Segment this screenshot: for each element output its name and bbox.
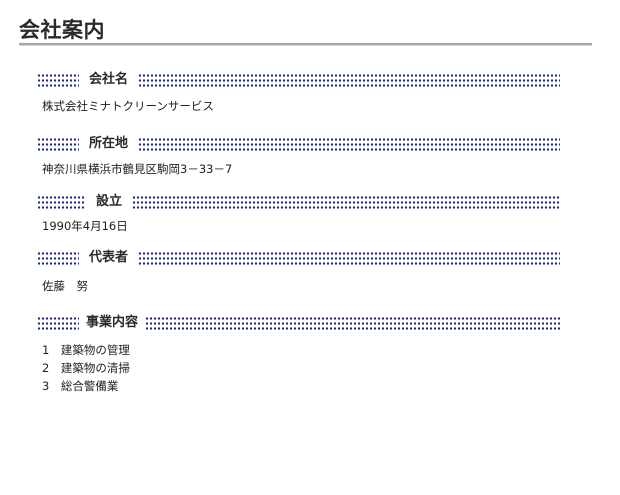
content-line: 神奈川県横浜市鶴見区駒岡3－33－7	[42, 162, 233, 176]
section-label: 代表者	[89, 250, 129, 265]
dotted-ornament-right	[132, 194, 560, 210]
section-header: 設立	[37, 193, 560, 211]
section-header: 会社名	[37, 71, 560, 89]
section-header: 所在地	[37, 135, 560, 153]
list-item: 3 総合警備業	[42, 379, 119, 393]
dotted-ornament-right	[138, 250, 560, 266]
section-content: 佐藤 努	[37, 277, 560, 295]
content-line: 株式会社ミナトクリーンサービス	[42, 99, 214, 113]
list-item: 1 建築物の管理	[42, 343, 130, 357]
section-header: 代表者	[37, 249, 560, 267]
section-label: 会社名	[89, 72, 129, 87]
section-content: 株式会社ミナトクリーンサービス	[37, 97, 560, 115]
section-address: 所在地 神奈川県横浜市鶴見区駒岡3－33－7	[37, 135, 560, 178]
section-content: 1990年4月16日	[37, 217, 560, 235]
section-representative: 代表者 佐藤 努	[37, 249, 560, 295]
dotted-ornament-left	[37, 315, 79, 331]
section-company-name: 会社名 株式会社ミナトクリーンサービス	[37, 71, 560, 115]
dotted-ornament-right	[138, 136, 560, 152]
page-title: 会社案内	[19, 18, 105, 42]
content-line: 1990年4月16日	[42, 219, 128, 233]
title-divider	[19, 43, 592, 46]
section-header: 事業内容	[37, 314, 560, 332]
dotted-ornament-left	[37, 136, 79, 152]
section-content: 神奈川県横浜市鶴見区駒岡3－33－7	[37, 160, 560, 178]
dotted-ornament-left	[37, 194, 86, 210]
dotted-ornament-right	[145, 315, 560, 331]
dotted-ornament-left	[37, 72, 79, 88]
list-item: 2 建築物の清掃	[42, 361, 130, 375]
section-founded: 設立 1990年4月16日	[37, 193, 560, 235]
section-label: 設立	[96, 194, 123, 209]
dotted-ornament-right	[138, 72, 560, 88]
dotted-ornament-left	[37, 250, 79, 266]
section-business: 事業内容 1 建築物の管理 2 建築物の清掃 3 総合警備業	[37, 314, 560, 395]
section-content: 1 建築物の管理 2 建築物の清掃 3 総合警備業	[37, 341, 560, 395]
section-label: 所在地	[89, 136, 129, 151]
content-line: 佐藤 努	[42, 279, 88, 293]
section-label: 事業内容	[86, 315, 139, 330]
